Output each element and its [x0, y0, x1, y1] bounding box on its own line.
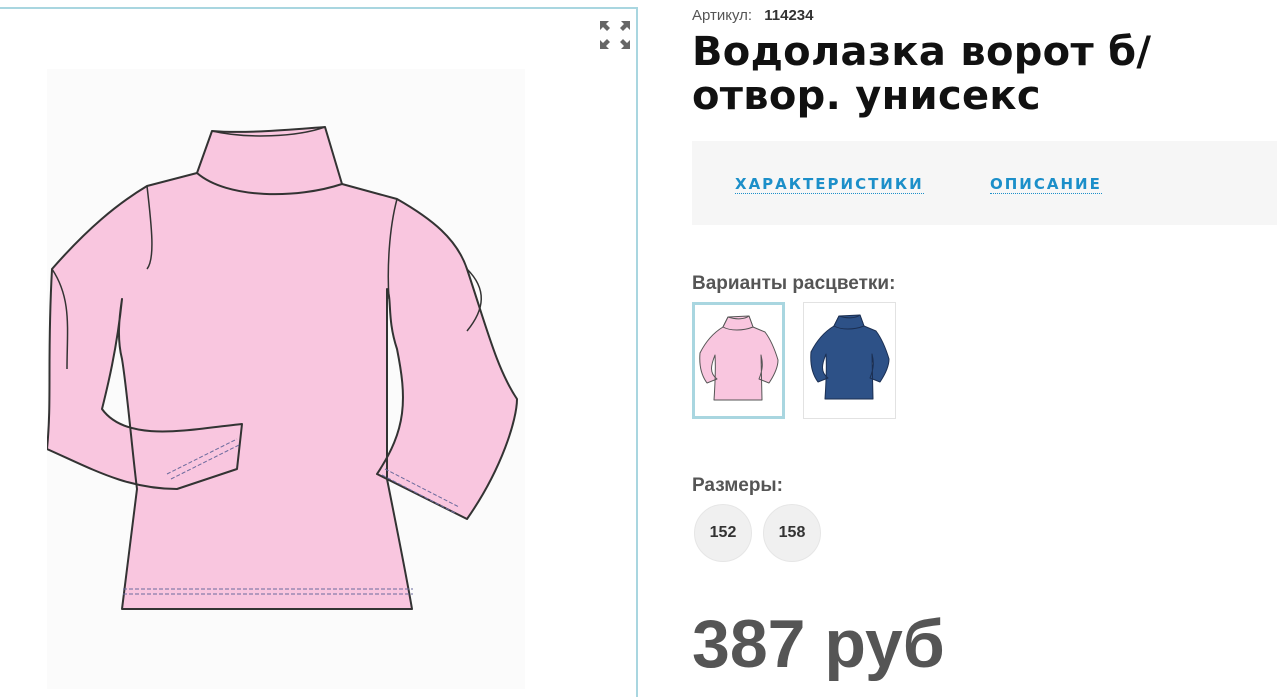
- size-option-158[interactable]: 158: [763, 504, 821, 562]
- color-swatch-navy[interactable]: [803, 302, 896, 419]
- expand-icon[interactable]: [598, 19, 632, 51]
- product-title: Водолазка ворот б/отвор. унисекс: [692, 29, 1152, 119]
- size-option-152[interactable]: 152: [694, 504, 752, 562]
- turtleneck-thumbnail: [699, 315, 779, 401]
- tab-description[interactable]: ОПИСАНИЕ: [990, 176, 1102, 194]
- turtleneck-thumbnail: [810, 314, 890, 400]
- product-tabs: ХАРАКТЕРИСТИКИ ОПИСАНИЕ: [692, 141, 1277, 225]
- sku: Артикул: 114234: [692, 7, 814, 24]
- sizes-label: Размеры:: [692, 475, 783, 496]
- colors-label: Варианты расцветки:: [692, 273, 896, 294]
- sku-value: 114234: [764, 7, 814, 24]
- sku-label: Артикул:: [692, 7, 753, 24]
- turtleneck-illustration: [47, 126, 518, 610]
- color-swatch-pink[interactable]: [692, 302, 785, 419]
- product-gallery: [0, 7, 638, 697]
- tab-characteristics[interactable]: ХАРАКТЕРИСТИКИ: [735, 176, 924, 194]
- product-main-image[interactable]: [47, 69, 525, 689]
- product-price: 387 руб: [692, 606, 945, 682]
